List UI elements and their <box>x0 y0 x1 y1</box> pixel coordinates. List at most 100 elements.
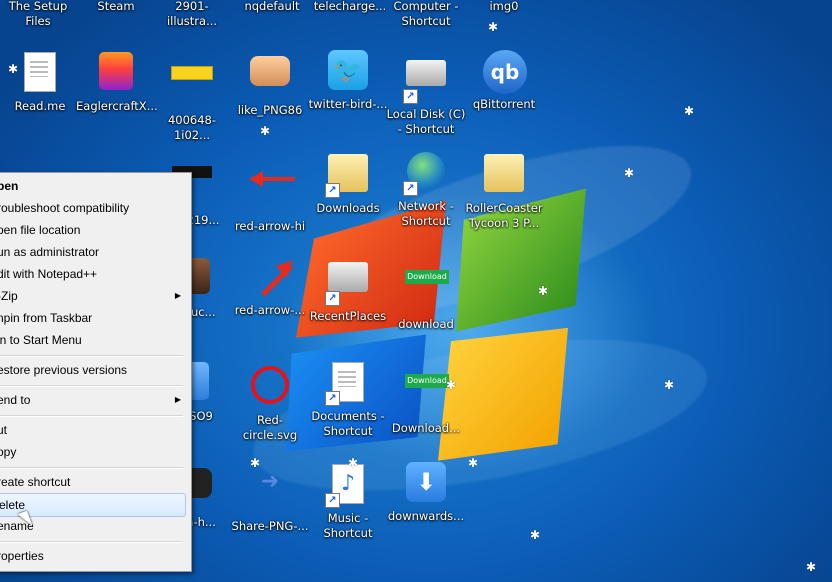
context-menu: pen roubleshoot compatibility pen file l… <box>0 172 192 572</box>
desktop-pet-sprite: ✱ <box>468 456 479 470</box>
shortcut-arrow-icon: ↗ <box>325 391 340 406</box>
desktop-pet-sprite: ✱ <box>250 456 261 470</box>
desktop-icon-label: downwards... <box>387 509 465 523</box>
menu-separator <box>0 415 183 417</box>
desktop-pet-sprite: ✱ <box>664 378 675 392</box>
desktop-icon-label: RollerCoaster Tycoon 3 P... <box>465 201 543 230</box>
menu-item-open-file-location[interactable]: pen file location <box>0 219 189 241</box>
desktop-pet-sprite: ✱ <box>446 378 457 392</box>
documents-icon: ↗ <box>325 362 369 406</box>
desktop-icon[interactable]: ⬇ downwards... <box>386 462 466 524</box>
folder-icon: ↗ <box>325 154 369 198</box>
desktop-icon[interactable]: EaglercraftX... <box>76 50 158 114</box>
shortcut-arrow-icon: ↗ <box>325 493 340 508</box>
menu-separator <box>0 541 183 543</box>
desktop-icon-label: Network - Shortcut <box>398 199 454 228</box>
desktop-icon[interactable]: red-arrow-hi <box>230 158 310 234</box>
red-arrow-left-icon <box>249 171 295 214</box>
menu-item-cut[interactable]: ut <box>0 419 189 441</box>
share-icon: ➜ <box>260 469 280 494</box>
submenu-arrow-icon: ▶ <box>174 291 181 300</box>
menu-item-unpin-from-taskbar[interactable]: npin from Taskbar <box>0 307 189 329</box>
desktop-icon-label: qBittorrent <box>472 97 536 111</box>
desktop-icon-label: Music - Shortcut <box>323 511 373 540</box>
menu-item-pin-to-start-menu[interactable]: in to Start Menu <box>0 329 189 351</box>
drive-icon: ↗ <box>403 60 447 104</box>
recent-places-icon: ↗ <box>325 262 369 306</box>
desktop-pet-sprite: ✱ <box>348 456 359 470</box>
desktop-icon-label[interactable]: The Setup Files <box>0 0 76 29</box>
menu-item-label: -Zip <box>0 289 18 303</box>
firefox-icon <box>95 52 137 94</box>
document-icon <box>19 52 61 94</box>
shortcut-arrow-icon: ↗ <box>403 89 418 104</box>
desktop-icon-label: Downloads <box>316 201 380 215</box>
desktop-pet-sprite: ✱ <box>624 166 635 180</box>
menu-item-label: end to <box>0 393 31 407</box>
red-arrow-diagonal-icon <box>249 256 291 298</box>
desktop-icon[interactable]: red-arrow-... <box>230 256 310 318</box>
desktop-icon[interactable]: Download download <box>386 256 466 332</box>
desktop-pet-sprite: ✱ <box>806 560 817 574</box>
desktop-icon-label[interactable]: Computer - Shortcut <box>386 0 466 29</box>
network-globe-icon: ↗ <box>403 152 447 196</box>
desktop-icon-label[interactable]: nqdefault <box>232 0 312 14</box>
menu-item-open[interactable]: pen <box>0 175 189 197</box>
desktop-icon-label: Share-PNG-... <box>231 519 309 533</box>
desktop-pet-sprite: ✱ <box>538 284 549 298</box>
desktop-icon-label: red-arrow-... <box>234 303 306 317</box>
desktop-icon[interactable]: ↗ Local Disk (C) - Shortcut <box>386 50 466 137</box>
desktop-icon-label[interactable]: Steam <box>78 0 154 14</box>
down-arrow-icon: ⬇ <box>405 462 447 504</box>
desktop-icon-label: EaglercraftX... <box>76 99 158 113</box>
desktop-pet-sprite: ✱ <box>530 528 541 542</box>
menu-item-send-to[interactable]: end to ▶ <box>0 389 189 411</box>
desktop-icon-label: Documents - Shortcut <box>311 409 385 438</box>
shortcut-arrow-icon: ↗ <box>325 183 340 198</box>
music-icon: ♪ ↗ <box>325 464 369 508</box>
desktop-icon-label[interactable]: img0 <box>464 0 544 14</box>
download-badge-icon: Download <box>405 270 449 312</box>
twitter-icon: 🐦 <box>327 50 369 92</box>
desktop-icon-label: download <box>398 317 454 331</box>
desktop-icon[interactable]: ↗ Documents - Shortcut <box>308 360 388 439</box>
desktop-icon[interactable]: ↗ Downloads <box>308 152 388 216</box>
menu-item-properties[interactable]: roperties <box>0 545 189 567</box>
menu-item-7zip[interactable]: -Zip ▶ <box>0 285 189 307</box>
menu-item-edit-with-notepad[interactable]: dit with Notepad++ <box>0 263 189 285</box>
red-circle-icon <box>249 366 291 408</box>
shortcut-arrow-icon: ↗ <box>403 181 418 196</box>
desktop-icon-label: like_PNG86 <box>237 103 303 117</box>
desktop-icon[interactable]: qb qBittorrent <box>464 50 544 112</box>
menu-item-create-shortcut[interactable]: reate shortcut <box>0 471 189 493</box>
desktop-pet-sprite: ✱ <box>488 20 499 34</box>
desktop-icon[interactable]: ♪ ↗ Music - Shortcut <box>308 462 388 541</box>
desktop-icon-label[interactable]: telecharge... <box>310 0 390 14</box>
submenu-arrow-icon: ▶ <box>174 395 181 404</box>
desktop-icon[interactable]: ↗ RecentPlaces <box>308 256 388 324</box>
desktop-icon-label: Red-circle.svg <box>242 413 298 442</box>
folder-icon <box>483 154 525 196</box>
banner-image-icon <box>171 66 213 108</box>
menu-item-run-as-administrator[interactable]: un as administrator <box>0 241 189 263</box>
menu-separator <box>0 385 183 387</box>
download-badge-icon: Download <box>405 374 449 416</box>
desktop-icon[interactable]: Red-circle.svg <box>230 360 310 443</box>
desktop-icon-label: Local Disk (C) - Shortcut <box>386 107 466 136</box>
menu-separator <box>0 355 183 357</box>
menu-item-copy[interactable]: opy <box>0 441 189 463</box>
desktop-icon[interactable]: ↗ Network - Shortcut <box>386 152 466 229</box>
desktop-icon-label: Read.me <box>14 99 66 113</box>
desktop-icon[interactable]: like_PNG86 <box>230 50 310 118</box>
desktop-icon[interactable]: Read.me <box>0 50 80 114</box>
desktop-icon[interactable]: ➜ Share-PNG-... <box>230 462 310 534</box>
desktop-icon-label[interactable]: 2901-illustra... <box>152 0 232 29</box>
menu-item-restore-previous-versions[interactable]: estore previous versions <box>0 359 189 381</box>
thumbs-up-icon <box>249 56 291 98</box>
desktop-icon[interactable]: Download Download... <box>386 360 466 436</box>
desktop-icon[interactable]: 400648-1i02... <box>152 50 232 143</box>
menu-item-troubleshoot-compatibility[interactable]: roubleshoot compatibility <box>0 197 189 219</box>
desktop-icon[interactable]: 🐦 twitter-bird-... <box>308 50 388 112</box>
desktop-icon[interactable]: RollerCoaster Tycoon 3 P... <box>464 152 544 231</box>
desktop-icon-label: 400648-1i02... <box>167 113 217 142</box>
